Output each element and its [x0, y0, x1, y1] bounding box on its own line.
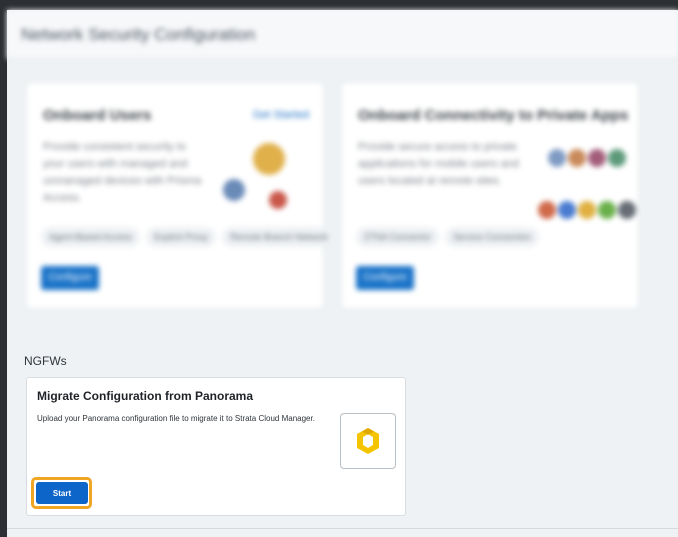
card-description: Provide secure access to private applica… — [358, 141, 519, 187]
user-avatar-icon — [548, 149, 566, 167]
user-avatar-icon — [253, 143, 285, 175]
configure-button[interactable]: Configure — [356, 266, 414, 290]
card-title: Migrate Configuration from Panorama — [37, 389, 254, 403]
page-header: Network Security Configuration — [7, 10, 678, 59]
feature-chips: Agent-Based Access Explicit Proxy Remote… — [41, 227, 337, 247]
window-top-edge — [0, 0, 678, 10]
app-icon — [558, 201, 576, 219]
user-avatar-icon — [269, 191, 287, 209]
app-icon — [598, 201, 616, 219]
app-frame: Network Security Configuration Onboard U… — [0, 0, 678, 537]
divider — [7, 528, 678, 529]
migrate-config-card: Migrate Configuration from Panorama Uplo… — [26, 377, 406, 516]
ngfw-section-label: NGFWs — [24, 354, 67, 368]
configure-button[interactable]: Configure — [41, 266, 99, 290]
user-avatar-icon — [588, 149, 606, 167]
user-avatar-icon — [608, 149, 626, 167]
user-avatar-icon — [568, 149, 586, 167]
chip: Service Connection — [445, 227, 540, 247]
app-icon — [578, 201, 596, 219]
strata-logo-icon — [340, 413, 396, 469]
chip: ZTNA Connector — [356, 227, 440, 247]
blurred-content: Network Security Configuration Onboard U… — [7, 10, 678, 340]
card-title: Onboard Connectivity to Private Apps — [358, 107, 629, 124]
feature-chips: ZTNA Connector Service Connection — [356, 227, 540, 247]
strata-logo-glyph — [357, 428, 379, 454]
onboard-users-card: Onboard Users Get Started Provide consis… — [26, 82, 337, 309]
card-description: Provide consistent security to your user… — [43, 141, 202, 204]
chip: Remote Branch Network — [222, 227, 337, 247]
card-description: Upload your Panorama configuration file … — [37, 414, 315, 423]
user-avatar-icon — [223, 179, 245, 201]
get-started-link[interactable]: Get Started — [253, 109, 309, 121]
app-icon — [538, 201, 556, 219]
app-icon — [618, 201, 636, 219]
card-title: Onboard Users — [43, 107, 152, 124]
onboard-connectivity-card: Onboard Connectivity to Private Apps Pro… — [341, 82, 639, 309]
window-left-edge — [0, 0, 7, 537]
chip: Agent-Based Access — [41, 227, 141, 247]
page-title: Network Security Configuration — [21, 25, 256, 44]
start-button[interactable]: Start — [36, 482, 88, 504]
chip: Explicit Proxy — [146, 227, 217, 247]
